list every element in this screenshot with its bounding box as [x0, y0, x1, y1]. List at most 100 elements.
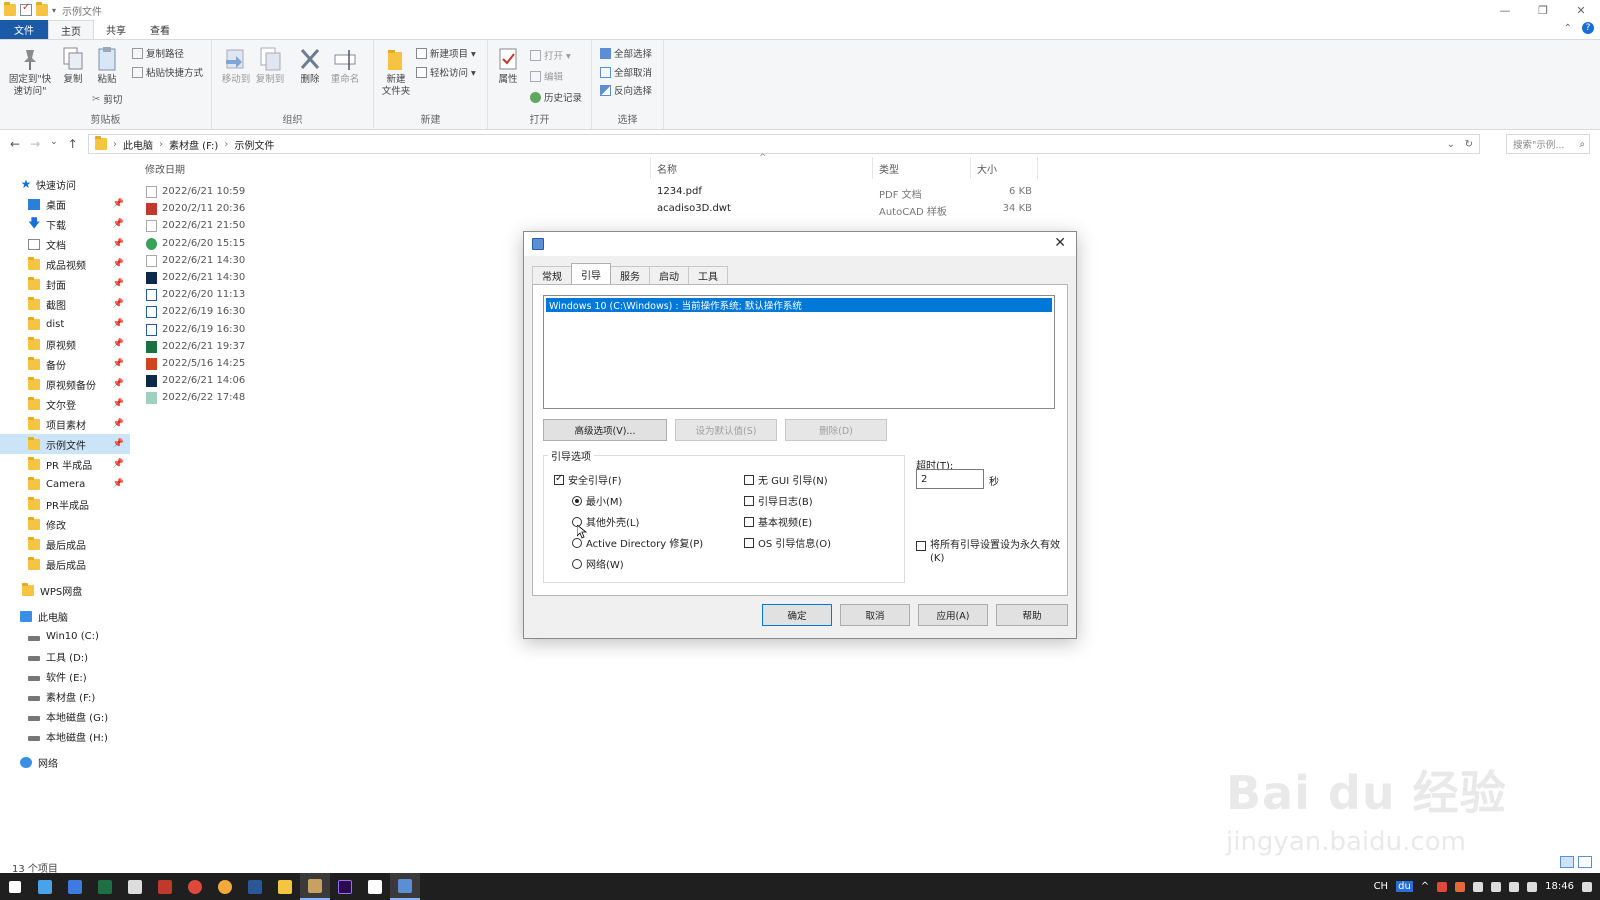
tab-share[interactable]: 共享 [94, 20, 138, 39]
no-gui-boot-checkbox[interactable]: 无 GUI 引导(N) [744, 472, 828, 487]
safe-boot-checkbox[interactable]: 安全引导(F) [554, 472, 622, 487]
edit-button[interactable]: 编辑 [530, 69, 563, 83]
breadcrumb-current-folder[interactable]: 示例文件 [234, 137, 274, 152]
network-icon[interactable] [1491, 881, 1502, 892]
sidebar-drive[interactable]: Win10 (C:) [0, 626, 130, 646]
os-list[interactable]: Windows 10 (C:\Windows) : 当前操作系统; 默认操作系统 [543, 295, 1055, 409]
radio-minimal[interactable]: 最小(M) [572, 493, 622, 508]
boot-log-checkbox[interactable]: 引导日志(B) [744, 493, 813, 508]
large-icons-view-icon[interactable] [1578, 856, 1592, 868]
tray-app-icon[interactable] [1509, 881, 1520, 892]
chevron-down-icon[interactable]: ▾ [52, 6, 56, 15]
sidebar-item[interactable]: 项目素材 📌 [0, 414, 130, 434]
radio-network[interactable]: 网络(W) [572, 556, 624, 571]
start-button[interactable] [0, 873, 30, 900]
sidebar-item[interactable]: 桌面 📌 [0, 194, 130, 214]
new-folder-button[interactable]: 新建 文件夹 [378, 46, 414, 98]
cut-button[interactable]: ✂ 剪切 [92, 92, 122, 107]
column-divider[interactable] [650, 157, 651, 179]
base-video-checkbox[interactable]: 基本视频(E) [744, 514, 812, 529]
column-divider[interactable] [1037, 157, 1038, 179]
taskbar-app[interactable] [90, 873, 120, 900]
radio-circle[interactable] [572, 495, 582, 506]
cancel-button[interactable]: 取消 [840, 604, 910, 626]
taskbar-app[interactable] [240, 873, 270, 900]
sidebar-item[interactable]: 原视频备份 📌 [0, 374, 130, 394]
ime-indicator[interactable]: du [1396, 881, 1413, 892]
pin-icon[interactable]: 📌 [113, 339, 124, 349]
notification-icon[interactable] [1582, 881, 1592, 892]
sidebar-item[interactable]: 原视频 📌 [0, 334, 130, 354]
sidebar-item[interactable]: 最后成品 [0, 534, 130, 554]
tab-startup[interactable]: 启动 [649, 266, 689, 284]
sidebar-item[interactable]: 成品视频 📌 [0, 254, 130, 274]
delete-button[interactable]: 删除 [296, 46, 324, 86]
pin-icon[interactable]: 📌 [113, 199, 124, 209]
tray-app-icon[interactable] [1455, 881, 1466, 892]
back-arrow-icon[interactable]: ← [10, 137, 20, 151]
close-button[interactable]: ✕ [1562, 0, 1600, 20]
sidebar-drive[interactable]: 工具 (D:) [0, 646, 130, 666]
table-row[interactable]: 2020/2/11 20:36 acadiso3D.dwt AutoCAD 样板 34… [132, 201, 1232, 218]
search-icon[interactable]: ⌕ [1580, 139, 1585, 150]
radio-circle[interactable] [572, 537, 582, 548]
clock[interactable]: 18:46 [1545, 881, 1574, 892]
table-row[interactable]: 2022/6/21 10:59 1234.pdf PDF 文档 6 KB [132, 184, 1232, 201]
microphone-icon[interactable] [1473, 881, 1484, 892]
pin-icon[interactable]: 📌 [113, 259, 124, 269]
sidebar-wps-drive[interactable]: WPS网盘 [0, 580, 130, 600]
sidebar-drive[interactable]: 软件 (E:) [0, 666, 130, 686]
open-button[interactable]: 打开 ▾ [530, 48, 571, 62]
ok-button[interactable]: 确定 [762, 604, 832, 626]
column-divider[interactable] [970, 157, 971, 179]
tab-boot[interactable]: 引导 [571, 263, 611, 284]
sidebar-drive[interactable]: 本地磁盘 (G:) [0, 706, 130, 726]
address-input[interactable]: › 此电脑 › 素材盘 (F:) › 示例文件 ⌄ ↻ [88, 134, 1480, 154]
radio-ad-repair[interactable]: Active Directory 修复(P) [572, 535, 703, 550]
checkbox-box[interactable] [916, 541, 926, 551]
column-header-type[interactable]: 类型 [879, 161, 899, 176]
checkbox-box[interactable] [744, 537, 754, 548]
up-arrow-icon[interactable]: ↑ [68, 137, 78, 151]
checkbox-box[interactable] [744, 474, 754, 485]
copy-path-button[interactable]: 复制路径 [132, 46, 184, 60]
column-header-size[interactable]: 大小 [977, 161, 997, 176]
sidebar-item[interactable]: PR 半成品 📌 [0, 454, 130, 474]
breadcrumb-drive-f[interactable]: 素材盘 (F:) [169, 137, 218, 152]
column-header-name[interactable]: 名称 [657, 161, 677, 176]
sidebar-item[interactable]: 封面 📌 [0, 274, 130, 294]
tab-file[interactable]: 文件 [0, 20, 48, 39]
taskbar-app[interactable] [360, 873, 390, 900]
taskbar-app[interactable] [300, 873, 330, 900]
taskbar-app[interactable] [60, 873, 90, 900]
radio-circle[interactable] [572, 558, 582, 569]
tray-expand-icon[interactable]: ^ [1421, 881, 1429, 892]
os-list-item[interactable]: Windows 10 (C:\Windows) : 当前操作系统; 默认操作系统 [546, 298, 1052, 312]
pin-icon[interactable]: 📌 [113, 279, 124, 289]
taskbar-app[interactable] [150, 873, 180, 900]
pin-icon[interactable]: 📌 [113, 399, 124, 409]
sidebar-quick-access[interactable]: ★ 快速访问 [0, 174, 130, 194]
make-permanent-checkbox[interactable]: 将所有引导设置设为永久有效(K) [916, 539, 1066, 565]
pin-icon[interactable]: 📌 [113, 479, 124, 489]
column-header-date[interactable]: 修改日期 [145, 161, 185, 176]
set-default-button[interactable]: 设为默认值(S) [675, 419, 777, 441]
sidebar-item[interactable]: 示例文件 📌 [0, 434, 130, 454]
breadcrumb-this-pc[interactable]: 此电脑 [123, 137, 153, 152]
new-folder-icon[interactable] [36, 2, 48, 16]
apply-button[interactable]: 应用(A) [918, 604, 988, 626]
checkbox-box[interactable] [554, 473, 564, 485]
sidebar-item[interactable]: 文档 📌 [0, 234, 130, 254]
taskbar-app[interactable] [120, 873, 150, 900]
help-button[interactable]: 帮助 [996, 604, 1068, 626]
ribbon-collapse-icon[interactable]: ⌃ [1564, 23, 1572, 34]
advanced-options-button[interactable]: 高级选项(V)... [543, 419, 667, 441]
sidebar-item[interactable]: Camera 📌 [0, 474, 130, 494]
taskbar-app[interactable] [180, 873, 210, 900]
sidebar-item[interactable]: PR半成品 [0, 494, 130, 514]
tab-services[interactable]: 服务 [610, 266, 650, 284]
pin-icon[interactable]: 📌 [113, 459, 124, 469]
taskbar-app[interactable] [270, 873, 300, 900]
sidebar-this-pc[interactable]: 此电脑 [0, 606, 130, 626]
pin-quick-access-button[interactable]: 固定到"快 速访问" [6, 46, 54, 98]
